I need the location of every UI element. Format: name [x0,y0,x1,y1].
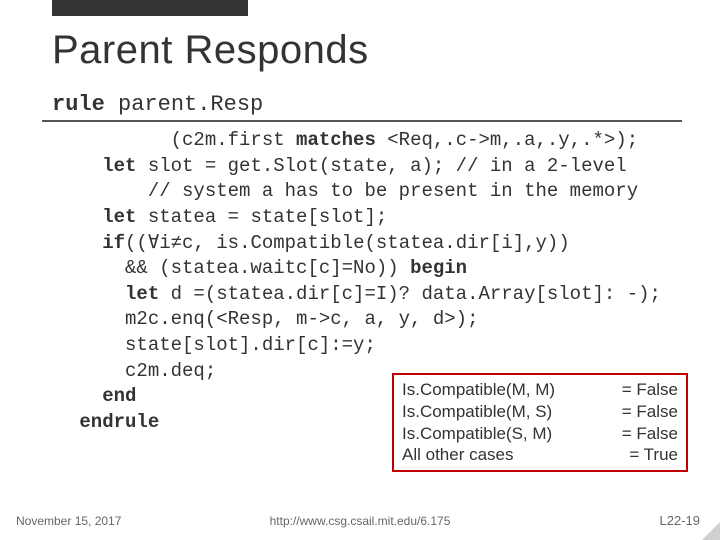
box-left: All other cases [402,444,514,466]
code-text: d =(statea.dir[c]=I)? data.Array[slot]: … [159,283,661,305]
compatibility-box: Is.Compatible(M, M) = False Is.Compatible… [392,373,688,472]
code-text: state[slot].dir[c]:=y; [68,334,376,356]
keyword-endrule: endrule [68,411,159,433]
box-right: = True [629,444,678,466]
keyword-rule: rule [52,92,105,117]
code-text: ((∀i≠c, is.Compatible(statea.dir[i],y)) [125,232,570,254]
box-row: All other cases = True [402,444,678,466]
box-right: = False [622,423,678,445]
keyword-begin: begin [410,257,467,279]
code-text: statea = state[slot]; [136,206,387,228]
rule-declaration: rule parent.Resp [52,92,263,117]
code-text: m2c.enq(<Resp, m->c, a, y, d>); [68,308,478,330]
code-text: && (statea.waitc[c]=No)) [68,257,410,279]
code-comment: // system a has to be present in the mem… [68,180,638,202]
keyword-end: end [68,385,136,407]
page-corner-icon [702,522,720,540]
box-right: = False [622,401,678,423]
keyword-matches: matches [296,129,376,151]
box-right: = False [622,379,678,401]
code-text: slot = get.Slot(state, a); // in a 2-lev… [136,155,626,177]
keyword-let: let [68,206,136,228]
code-text: c2m.deq; [68,360,216,382]
code-text: (c2m.first [68,129,296,151]
keyword-if: if [68,232,125,254]
keyword-let: let [68,155,136,177]
box-row: Is.Compatible(M, M) = False [402,379,678,401]
rule-name: parent.Resp [105,92,263,117]
box-left: Is.Compatible(M, M) [402,379,555,401]
footer-page: L22-19 [660,513,700,528]
accent-bar [52,0,248,16]
box-row: Is.Compatible(M, S) = False [402,401,678,423]
slide: Parent Responds rule parent.Resp (c2m.fi… [0,0,720,540]
box-left: Is.Compatible(S, M) [402,423,552,445]
box-left: Is.Compatible(M, S) [402,401,552,423]
title-underline [42,120,682,122]
slide-title: Parent Responds [52,28,369,73]
footer-url: http://www.csg.csail.mit.edu/6.175 [0,514,720,528]
code-text: <Req,.c->m,.a,.y,.*>); [376,129,638,151]
box-row: Is.Compatible(S, M) = False [402,423,678,445]
keyword-let: let [68,283,159,305]
